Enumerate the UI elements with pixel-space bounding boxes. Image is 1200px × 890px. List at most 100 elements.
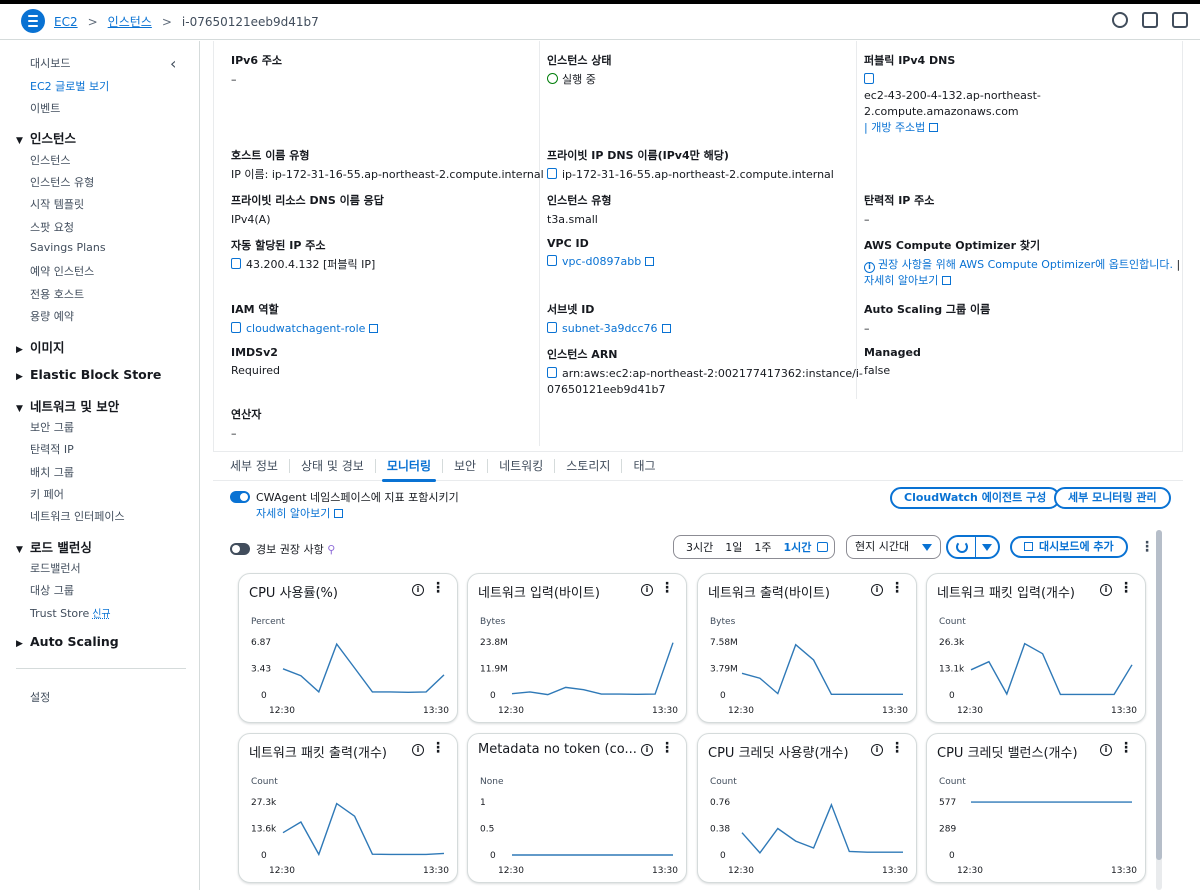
external-link-icon[interactable] [369,324,379,333]
more-options-icon[interactable]: ⋮ [890,580,904,596]
vpc-link[interactable]: vpc-d0897abb [562,255,641,268]
info-icon[interactable]: i [412,744,424,756]
sidebar-item-load-balancers[interactable]: 로드밸런서 [30,560,81,576]
sidebar-group-ebs[interactable]: ▶ Elastic Block Store [16,367,161,382]
info-icon[interactable]: i [871,584,883,596]
feedback-icon[interactable] [1172,12,1188,28]
refresh-icon[interactable] [948,537,976,557]
y-tick-label: 23.8M [480,638,508,648]
range-1h[interactable]: 1시간 [778,539,818,555]
hamburger-menu-icon[interactable] [21,9,45,33]
y-tick-label: 0.38 [710,825,730,835]
copy-icon[interactable] [547,255,557,266]
sidebar-item-capacity-reservations[interactable]: 용량 예약 [30,308,74,324]
external-link-icon[interactable] [645,257,655,266]
more-options-icon[interactable]: ⋮ [660,580,674,596]
info-icon[interactable]: i [1100,744,1112,756]
copy-icon[interactable] [547,322,557,333]
cwagent-toggle[interactable] [230,491,250,503]
cloudwatch-agent-config-button[interactable]: CloudWatch 에이전트 구성 [890,487,1061,509]
learn-more-link[interactable]: 자세히 알아보기 [864,274,938,287]
sidebar-item-security-groups[interactable]: 보안 그룹 [30,419,74,435]
tab-security[interactable]: 보안 [443,451,487,481]
calendar-icon[interactable] [817,542,829,552]
copy-icon[interactable] [864,73,874,84]
sidebar-item-spot-requests[interactable]: 스팟 요청 [30,219,74,235]
info-icon[interactable]: i [412,584,424,596]
more-options-icon[interactable]: ⋮ [1140,540,1154,554]
sidebar-item-instance-types[interactable]: 인스턴스 유형 [30,174,94,190]
iam-role-link[interactable]: cloudwatchagent-role [246,322,365,335]
external-link-icon[interactable] [929,123,939,132]
more-options-icon[interactable]: ⋮ [431,580,445,596]
breadcrumb-instances[interactable]: 인스턴스 [108,13,152,30]
sidebar-item-settings[interactable]: 설정 [30,689,50,705]
sidebar-item-events[interactable]: 이벤트 [30,100,60,116]
sidebar-item-savings-plans[interactable]: Savings Plans [30,241,106,254]
tab-monitoring[interactable]: 모니터링 [376,451,442,482]
collapse-sidebar-icon[interactable]: ‹ [170,54,176,73]
sidebar-group-instances[interactable]: ▼ 인스턴스 [16,128,76,147]
open-address-link[interactable]: 개방 주소법 [871,121,925,134]
range-1d[interactable]: 1일 [719,539,748,555]
sidebar-item-trust-store[interactable]: Trust Store 신규 [30,605,111,620]
refresh-options-caret-icon[interactable] [976,537,998,557]
sidebar-item-target-groups[interactable]: 대상 그룹 [30,582,74,598]
scrollbar[interactable] [1156,530,1162,890]
info-icon[interactable]: i [871,744,883,756]
tab-storage[interactable]: 스토리지 [555,451,621,481]
field-instance-arn: 인스턴스 ARN arn:aws:ec2:ap-northeast-2:0021… [547,346,863,398]
sidebar-item-dashboard[interactable]: 대시보드 [30,55,70,71]
copy-icon[interactable] [231,322,241,333]
more-options-icon[interactable]: ⋮ [890,740,904,756]
copy-icon[interactable] [547,168,557,179]
add-to-dashboard-button[interactable]: 대시보드에 추가 [1010,536,1128,558]
copy-icon[interactable] [231,258,241,269]
metric-series-line [282,642,445,694]
sidebar-group-images[interactable]: ▶ 이미지 [16,337,65,356]
more-options-icon[interactable]: ⋮ [1119,740,1133,756]
sidebar-item-global-view[interactable]: EC2 글로벌 보기 [30,78,109,94]
sidebar-item-key-pairs[interactable]: 키 페어 [30,486,64,502]
notification-icon[interactable] [1112,12,1128,28]
timezone-select[interactable]: 현지 시간대 [846,535,941,559]
more-options-icon[interactable]: ⋮ [1119,580,1133,596]
more-options-icon[interactable]: ⋮ [431,740,445,756]
breadcrumb-ec2[interactable]: EC2 [54,15,78,29]
y-tick-label: 0 [490,851,496,861]
info-icon[interactable]: i [641,744,653,756]
cloudshell-icon[interactable] [1142,12,1158,28]
more-options-icon[interactable]: ⋮ [660,740,674,756]
info-icon[interactable]: i [641,584,653,596]
alarm-recommendations-toggle[interactable] [230,543,250,555]
caret-right-icon: ▶ [16,372,23,382]
range-1w[interactable]: 1주 [748,539,777,555]
sidebar-item-reserved[interactable]: 예약 인스턴스 [30,263,94,279]
sidebar-item-dedicated-hosts[interactable]: 전용 호스트 [30,286,84,302]
cwagent-toggle-label: CWAgent 네임스페이스에 지표 포함시키기 [256,491,459,504]
range-3h[interactable]: 3시간 [680,539,719,555]
sidebar-item-placement-groups[interactable]: 배치 그룹 [30,464,74,480]
copy-icon[interactable] [547,367,557,378]
sidebar-group-network[interactable]: ▼ 네트워크 및 보안 [16,396,119,415]
external-link-icon[interactable] [942,276,952,285]
tab-tags[interactable]: 태그 [622,451,666,481]
optimizer-opt-in-link[interactable]: 권장 사항을 위해 AWS Compute Optimizer에 옵트인합니다. [878,258,1173,271]
sidebar-group-load-balancing[interactable]: ▼ 로드 밸런싱 [16,537,92,556]
sidebar-item-launch-templates[interactable]: 시작 템플릿 [30,196,84,212]
tab-details[interactable]: 세부 정보 [219,451,289,481]
sidebar-item-network-interfaces[interactable]: 네트워크 인터페이스 [30,508,125,524]
metric-card: CPU 크레딧 사용량(개수) i ⋮ Count 0.76 0.38 0 12:30 13:3… [697,733,917,883]
refresh-button[interactable] [946,535,1000,559]
sidebar-item-elastic-ip[interactable]: 탄력적 IP [30,441,74,457]
sidebar-group-auto-scaling[interactable]: ▶ Auto Scaling [16,634,119,649]
external-link-icon[interactable] [661,324,671,333]
tab-networking[interactable]: 네트워킹 [488,451,554,481]
sidebar-item-instances[interactable]: 인스턴스 [30,152,70,168]
info-icon[interactable]: i [1100,584,1112,596]
cwagent-learn-more[interactable]: 자세히 알아보기 [256,505,344,521]
tab-status-alarms[interactable]: 상태 및 경보 [290,451,375,481]
sidebar: ‹ 대시보드 EC2 글로벌 보기 이벤트 ▼ 인스턴스 인스턴스 인스턴스 유형… [0,41,200,890]
manage-monitoring-button[interactable]: 세부 모니터링 관리 [1054,487,1171,509]
subnet-link[interactable]: subnet-3a9dcc76 [562,322,658,335]
